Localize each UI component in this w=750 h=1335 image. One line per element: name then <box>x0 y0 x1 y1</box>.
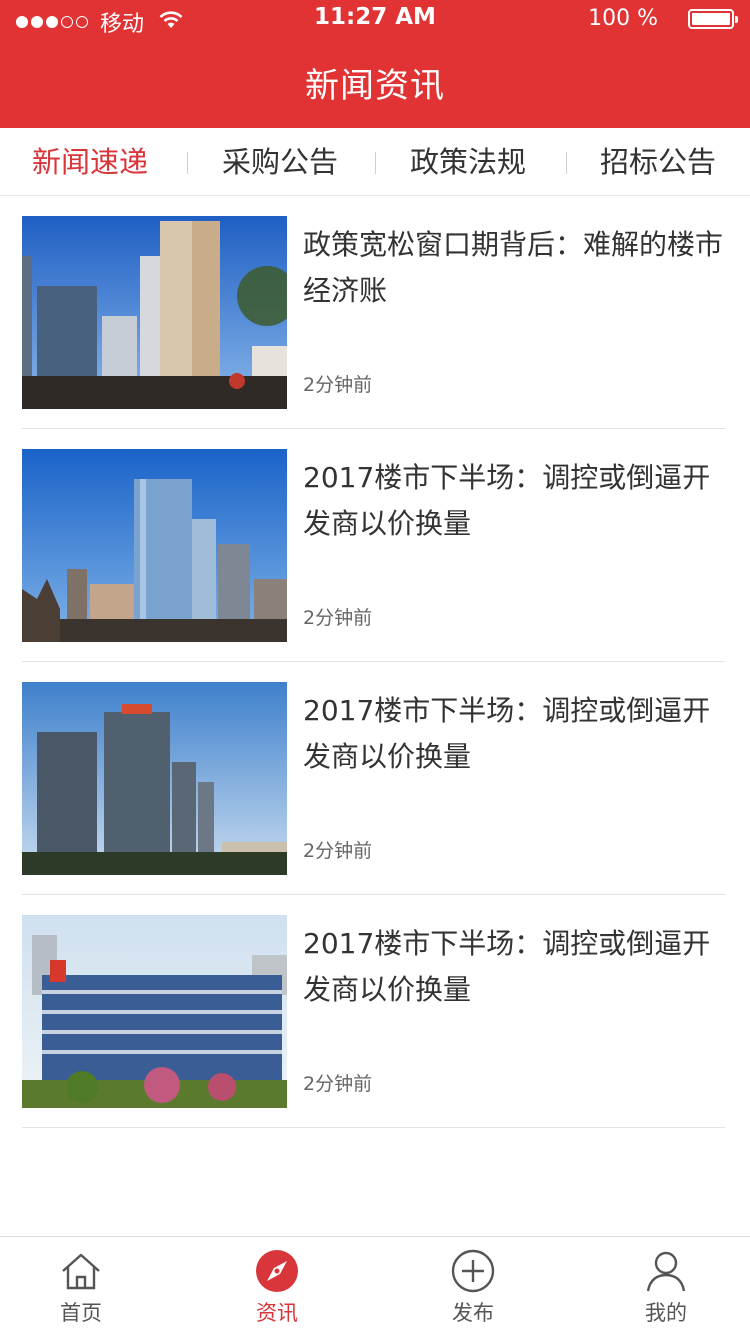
tab-policy[interactable]: 政策法规 <box>378 128 558 196</box>
news-item[interactable]: 2017楼市下半场：调控或倒逼开发商以价换量 2分钟前 <box>22 429 725 662</box>
news-title: 2017楼市下半场：调控或倒逼开发商以价换量 <box>303 694 711 773</box>
tab-divider <box>187 152 188 174</box>
tabbar-home[interactable]: 首页 <box>21 1237 141 1335</box>
news-time: 2分钟前 <box>303 607 373 629</box>
news-list: 政策宽松窗口期背后：难解的楼市经济账 2分钟前 2017楼市下半场：调控或倒逼开… <box>0 196 750 1128</box>
tabbar-mine[interactable]: 我的 <box>606 1237 726 1335</box>
tabbar-publish-label: 发布 <box>452 1301 494 1325</box>
tab-tender[interactable]: 招标公告 <box>568 128 748 196</box>
news-time: 2分钟前 <box>303 374 373 396</box>
status-bar: 移动 11:27 AM 100 % <box>0 0 750 40</box>
battery-icon <box>688 8 738 29</box>
tabbar-mine-label: 我的 <box>645 1301 687 1325</box>
tabbar-home-label: 首页 <box>60 1301 102 1325</box>
home-icon <box>62 1253 100 1290</box>
tab-procurement[interactable]: 采购公告 <box>190 128 370 196</box>
news-thumbnail-shopping-mall <box>22 915 287 1108</box>
news-title: 2017楼市下半场：调控或倒逼开发商以价换量 <box>303 927 711 1006</box>
news-thumbnail-city-buildings <box>22 216 287 409</box>
news-time: 2分钟前 <box>303 840 373 862</box>
tabbar-news-label: 资讯 <box>256 1301 298 1325</box>
page-title: 新闻资讯 <box>305 66 445 106</box>
battery-percent: 100 % <box>588 6 658 31</box>
user-icon <box>646 1251 686 1292</box>
tab-news-express[interactable]: 新闻速递 <box>0 128 180 196</box>
plus-circle-icon <box>451 1249 495 1293</box>
category-tabs: 新闻速递 采购公告 政策法规 招标公告 <box>0 128 750 196</box>
tab-divider <box>375 152 376 174</box>
news-item[interactable]: 2017楼市下半场：调控或倒逼开发商以价换量 2分钟前 <box>22 895 725 1128</box>
news-item[interactable]: 2017楼市下半场：调控或倒逼开发商以价换量 2分钟前 <box>22 662 725 895</box>
app-header: 移动 11:27 AM 100 % 新闻资讯 <box>0 0 750 128</box>
news-thumbnail-glass-tower <box>22 449 287 642</box>
tab-divider <box>566 152 567 174</box>
news-thumbnail-highrise <box>22 682 287 875</box>
news-title: 2017楼市下半场：调控或倒逼开发商以价换量 <box>303 461 711 540</box>
tabbar-publish[interactable]: 发布 <box>413 1237 533 1335</box>
news-item[interactable]: 政策宽松窗口期背后：难解的楼市经济账 2分钟前 <box>22 196 725 429</box>
news-title: 政策宽松窗口期背后：难解的楼市经济账 <box>303 228 724 307</box>
tabbar-news[interactable]: 资讯 <box>217 1237 337 1335</box>
bottom-tab-bar: 首页 资讯 发布 我的 <box>0 1236 750 1334</box>
compass-icon <box>256 1250 298 1292</box>
news-time: 2分钟前 <box>303 1073 373 1095</box>
